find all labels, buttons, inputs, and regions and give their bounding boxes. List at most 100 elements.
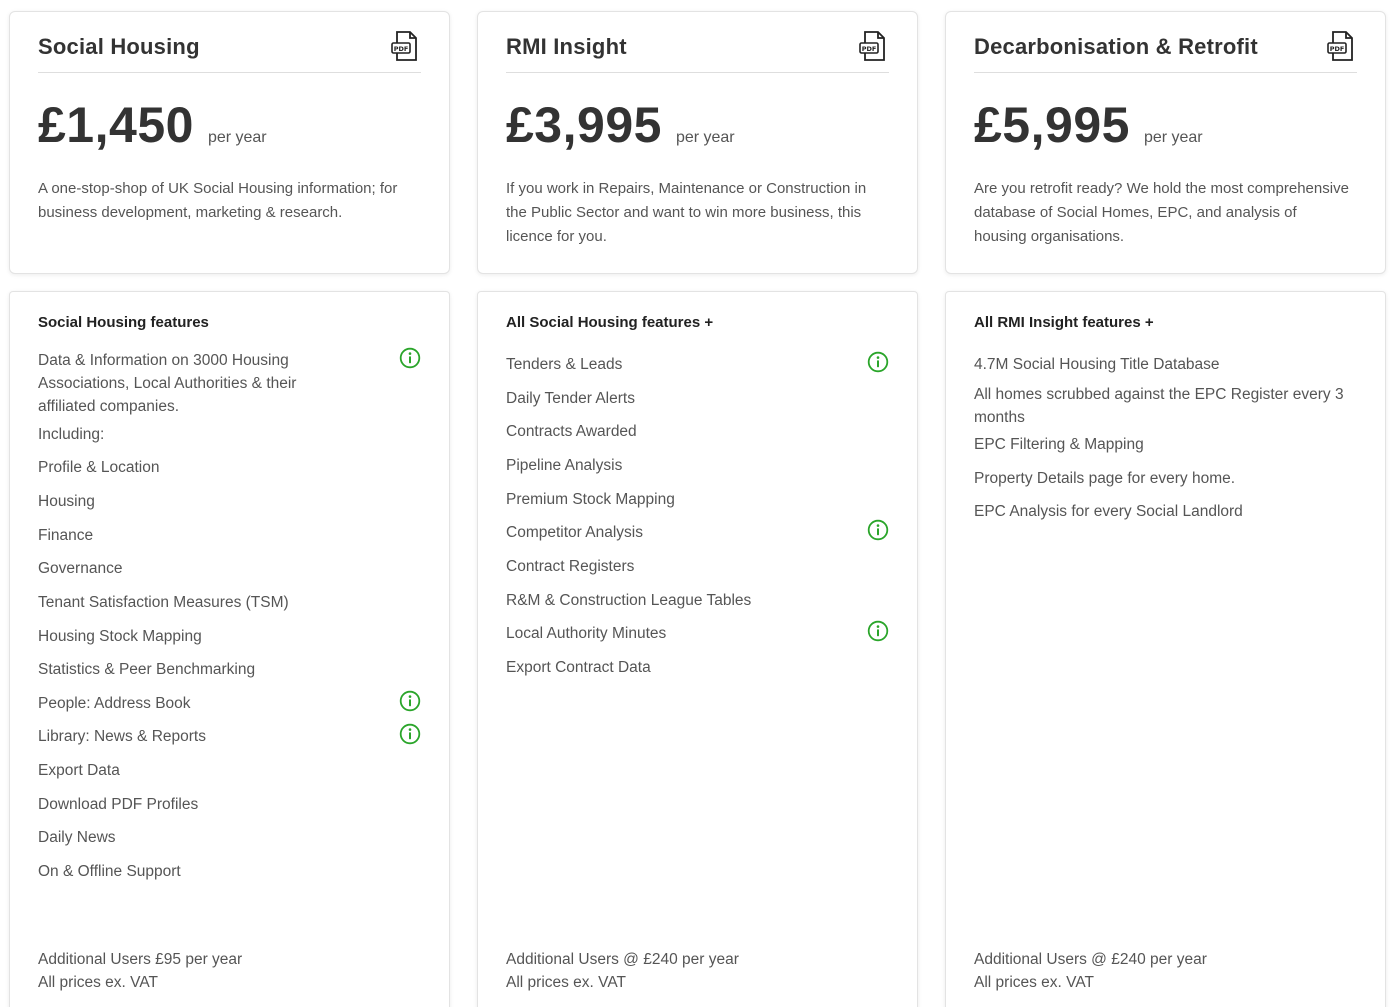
feature-label: Daily Tender Alerts bbox=[506, 390, 635, 407]
pdf-icon[interactable]: PDF bbox=[857, 29, 889, 63]
features-card-rmi-insight: All Social Housing features + Tenders & … bbox=[477, 291, 918, 1007]
feature-label: Housing Stock Mapping bbox=[38, 628, 202, 645]
feature-label: 4.7M Social Housing Title Database bbox=[974, 356, 1220, 373]
feature-item: Housing bbox=[38, 490, 421, 513]
feature-item: Daily News bbox=[38, 826, 421, 849]
additional-users-note: Additional Users @ £240 per year bbox=[974, 951, 1207, 968]
feature-item: Including: bbox=[38, 423, 421, 446]
feature-item: Export Contract Data bbox=[506, 656, 889, 679]
info-icon[interactable] bbox=[867, 351, 889, 373]
plan-footer: Additional Users £95 per year All prices… bbox=[38, 948, 242, 994]
feature-item: Contract Registers bbox=[506, 555, 889, 578]
features-card-decarbonisation: All RMI Insight features + 4.7M Social H… bbox=[945, 291, 1386, 1007]
vat-note: All prices ex. VAT bbox=[974, 974, 1095, 991]
plan-footer: Additional Users @ £240 per year All pri… bbox=[974, 948, 1207, 994]
plan-title: Social Housing bbox=[38, 34, 200, 59]
feature-item: Competitor Analysis bbox=[506, 519, 889, 544]
price-row: £5,995 per year bbox=[974, 96, 1203, 154]
feature-label: Export Contract Data bbox=[506, 659, 651, 676]
feature-item: Tenders & Leads bbox=[506, 351, 889, 376]
feature-label: Contracts Awarded bbox=[506, 423, 637, 440]
pdf-icon[interactable]: PDF bbox=[389, 29, 421, 63]
plan-price: £5,995 bbox=[974, 97, 1130, 153]
feature-label: Tenant Satisfaction Measures (TSM) bbox=[38, 594, 289, 611]
feature-label: Contract Registers bbox=[506, 558, 635, 575]
feature-label: Governance bbox=[38, 560, 123, 577]
info-icon[interactable] bbox=[867, 519, 889, 541]
svg-text:PDF: PDF bbox=[1330, 45, 1345, 53]
info-icon[interactable] bbox=[867, 620, 889, 642]
vat-note: All prices ex. VAT bbox=[38, 974, 159, 991]
feature-item: Contracts Awarded bbox=[506, 420, 889, 443]
feature-label: Export Data bbox=[38, 762, 120, 779]
feature-label: On & Offline Support bbox=[38, 863, 181, 880]
plan-header: RMI Insight PDF bbox=[506, 29, 889, 73]
features-card-social-housing: Social Housing features Data & Informati… bbox=[9, 291, 450, 1007]
plan-period: per year bbox=[675, 129, 735, 146]
additional-users-note: Additional Users @ £240 per year bbox=[506, 951, 739, 968]
svg-text:PDF: PDF bbox=[394, 45, 409, 53]
feature-label: EPC Filtering & Mapping bbox=[974, 436, 1144, 453]
feature-label: People: Address Book bbox=[38, 695, 191, 712]
feature-item: People: Address Book bbox=[38, 690, 421, 715]
feature-label: Competitor Analysis bbox=[506, 524, 643, 541]
info-icon[interactable] bbox=[399, 723, 421, 745]
plan-title: Decarbonisation & Retrofit bbox=[974, 34, 1258, 59]
feature-item: Housing Stock Mapping bbox=[38, 625, 421, 648]
feature-label: R&M & Construction League Tables bbox=[506, 592, 752, 609]
feature-item: Governance bbox=[38, 557, 421, 580]
feature-label: Daily News bbox=[38, 829, 116, 846]
plan-description: If you work in Repairs, Maintenance or C… bbox=[506, 180, 867, 245]
feature-item: Local Authority Minutes bbox=[506, 620, 889, 645]
feature-item: Tenant Satisfaction Measures (TSM) bbox=[38, 591, 421, 614]
plan-card-rmi-insight: RMI Insight PDF £3,995 per year If you w… bbox=[477, 11, 918, 274]
feature-item: 4.7M Social Housing Title Database bbox=[974, 353, 1357, 376]
svg-text:PDF: PDF bbox=[862, 45, 877, 53]
plan-period: per year bbox=[1143, 129, 1203, 146]
plan-card-decarbonisation: Decarbonisation & Retrofit PDF £5,995 pe… bbox=[945, 11, 1386, 274]
feature-label: Profile & Location bbox=[38, 459, 160, 476]
price-row: £3,995 per year bbox=[506, 96, 735, 154]
plan-footer: Additional Users @ £240 per year All pri… bbox=[506, 948, 739, 994]
info-icon[interactable] bbox=[399, 690, 421, 712]
feature-label: Including: bbox=[38, 426, 105, 443]
feature-label: Finance bbox=[38, 527, 94, 544]
feature-label: Pipeline Analysis bbox=[506, 457, 623, 474]
feature-item: Daily Tender Alerts bbox=[506, 387, 889, 410]
feature-label: Property Details page for every home. bbox=[974, 470, 1236, 487]
feature-item: On & Offline Support bbox=[38, 860, 421, 883]
feature-label: Statistics & Peer Benchmarking bbox=[38, 661, 256, 678]
features-heading: Social Housing features bbox=[38, 314, 209, 331]
feature-item: Statistics & Peer Benchmarking bbox=[38, 658, 421, 681]
plan-card-social-housing: Social Housing PDF £1,450 per year A one… bbox=[9, 11, 450, 274]
feature-item: Profile & Location bbox=[38, 456, 421, 479]
feature-label: Library: News & Reports bbox=[38, 728, 206, 745]
feature-label: Download PDF Profiles bbox=[38, 796, 199, 813]
feature-item: EPC Filtering & Mapping bbox=[974, 433, 1357, 456]
vat-note: All prices ex. VAT bbox=[506, 974, 627, 991]
feature-item: Export Data bbox=[38, 759, 421, 782]
feature-item: Download PDF Profiles bbox=[38, 793, 421, 816]
feature-item: Premium Stock Mapping bbox=[506, 488, 889, 511]
info-icon[interactable] bbox=[399, 347, 421, 369]
feature-item: Library: News & Reports bbox=[38, 723, 421, 748]
plan-header: Decarbonisation & Retrofit PDF bbox=[974, 29, 1357, 73]
additional-users-note: Additional Users £95 per year bbox=[38, 951, 243, 968]
feature-item: Data & Information on 3000 Housing Assoc… bbox=[38, 347, 421, 418]
feature-label: All homes scrubbed against the EPC Regis… bbox=[974, 386, 1344, 426]
pdf-icon[interactable]: PDF bbox=[1325, 29, 1357, 63]
feature-item: EPC Analysis for every Social Landlord bbox=[974, 500, 1357, 523]
feature-item: Finance bbox=[38, 524, 421, 547]
feature-label: Data & Information on 3000 Housing Assoc… bbox=[38, 352, 297, 415]
feature-label: Premium Stock Mapping bbox=[506, 491, 675, 508]
plan-description: Are you retrofit ready? We hold the most… bbox=[974, 180, 1349, 245]
feature-item: R&M & Construction League Tables bbox=[506, 589, 889, 612]
price-row: £1,450 per year bbox=[38, 96, 267, 154]
plan-title: RMI Insight bbox=[506, 34, 627, 59]
feature-item: All homes scrubbed against the EPC Regis… bbox=[974, 383, 1357, 429]
feature-label: Local Authority Minutes bbox=[506, 625, 667, 642]
feature-label: Tenders & Leads bbox=[506, 356, 623, 373]
feature-item: Property Details page for every home. bbox=[974, 467, 1357, 490]
feature-item: Pipeline Analysis bbox=[506, 454, 889, 477]
plan-header: Social Housing PDF bbox=[38, 29, 421, 73]
